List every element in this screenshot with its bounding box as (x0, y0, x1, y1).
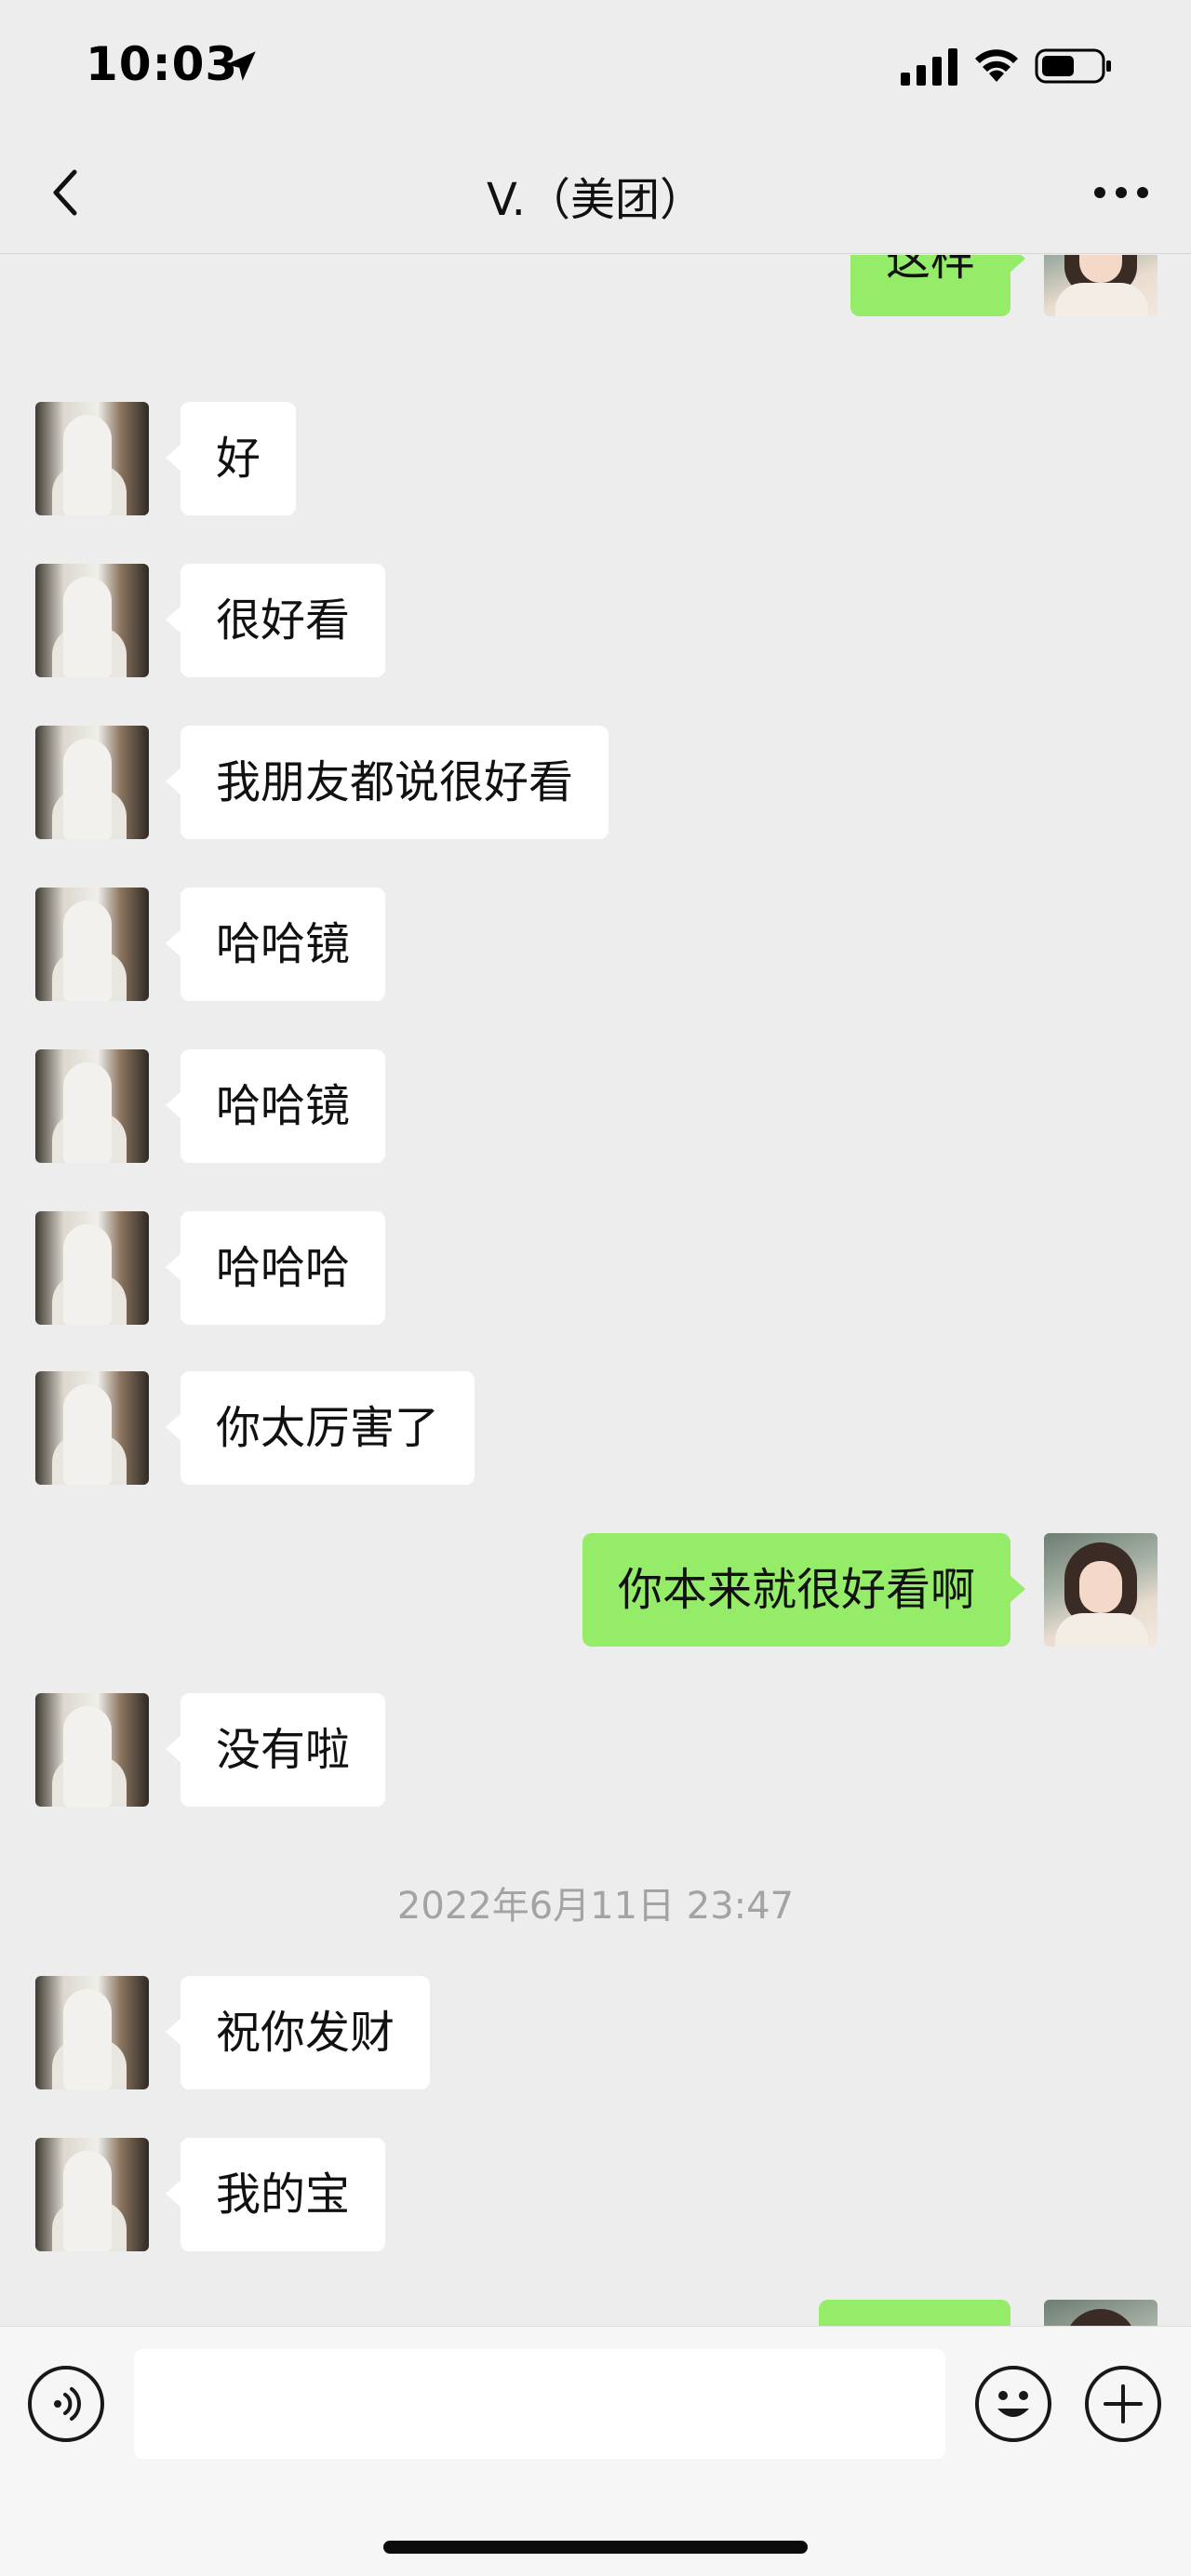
emoji-icon (997, 2391, 1029, 2417)
plus-button[interactable] (1085, 2366, 1161, 2442)
chat-screen: 10:03 V.（美团） 这样 好 很好看 我朋友都说很好看 哈哈镜 哈哈镜 哈… (0, 0, 1191, 2576)
message-row-incoming: 哈哈镜 (0, 888, 1191, 1003)
message-row-incoming: 祝你发财 (0, 1976, 1191, 2091)
battery-icon (1035, 48, 1111, 84)
message-row-outgoing: 这样 (0, 255, 1191, 367)
contact-avatar[interactable] (35, 1211, 149, 1325)
status-bar: 10:03 (0, 0, 1191, 135)
home-indicator (383, 2541, 808, 2554)
message-bubble-incoming[interactable]: 我的宝 (165, 2138, 386, 2251)
message-row-incoming: 好 (0, 402, 1191, 517)
contact-avatar[interactable] (35, 1693, 149, 1807)
message-bubble-incoming[interactable]: 没有啦 (165, 1693, 386, 1807)
status-time: 10:03 (86, 37, 239, 91)
message-row-outgoing (0, 2300, 1191, 2326)
message-row-incoming: 你太厉害了 (0, 1371, 1191, 1487)
plus-icon (1104, 2384, 1143, 2423)
my-avatar[interactable] (1044, 255, 1158, 316)
contact-avatar[interactable] (35, 564, 149, 677)
message-row-incoming: 我的宝 (0, 2138, 1191, 2253)
message-row-incoming: 没有啦 (0, 1693, 1191, 1809)
nav-bar: V.（美团） (0, 135, 1191, 254)
voice-button[interactable] (28, 2366, 104, 2442)
message-bubble-outgoing[interactable] (819, 2300, 1010, 2326)
message-bubble-incoming[interactable]: 哈哈镜 (165, 1049, 386, 1163)
message-bubble-outgoing[interactable]: 这样 (850, 255, 1026, 316)
cellular-signal-icon (901, 48, 957, 86)
message-row-incoming: 我朋友都说很好看 (0, 726, 1191, 841)
location-arrow-icon (226, 51, 256, 81)
message-row-incoming: 哈哈镜 (0, 1049, 1191, 1165)
more-button[interactable] (1079, 155, 1163, 230)
contact-avatar[interactable] (35, 1371, 149, 1485)
message-bubble-incoming[interactable]: 我朋友都说很好看 (165, 726, 609, 839)
more-dots-icon (1094, 187, 1148, 198)
message-list[interactable]: 这样 好 很好看 我朋友都说很好看 哈哈镜 哈哈镜 哈哈哈 你太厉害了 你本来就… (0, 255, 1191, 2326)
voice-icon (54, 2387, 81, 2421)
chat-title: V.（美团） (487, 174, 704, 226)
message-row-incoming: 很好看 (0, 564, 1191, 679)
message-bubble-outgoing[interactable]: 你本来就很好看啊 (582, 1533, 1026, 1647)
contact-avatar[interactable] (35, 1049, 149, 1163)
message-row-outgoing: 你本来就很好看啊 (0, 1533, 1191, 1648)
my-avatar[interactable] (1044, 2300, 1158, 2326)
input-bar (0, 2326, 1191, 2576)
message-row-incoming: 哈哈哈 (0, 1211, 1191, 1327)
message-bubble-incoming[interactable]: 好 (165, 402, 297, 515)
contact-avatar[interactable] (35, 888, 149, 1001)
emoji-button[interactable] (975, 2366, 1051, 2442)
message-bubble-incoming[interactable]: 很好看 (165, 564, 386, 677)
message-bubble-incoming[interactable]: 哈哈哈 (165, 1211, 386, 1325)
contact-avatar[interactable] (35, 2138, 149, 2251)
message-timestamp: 2022年6月11日 23:47 (396, 1885, 795, 1928)
message-input[interactable] (134, 2349, 945, 2459)
message-bubble-incoming[interactable]: 你太厉害了 (165, 1371, 475, 1485)
contact-avatar[interactable] (35, 402, 149, 515)
my-avatar[interactable] (1044, 1533, 1158, 1647)
message-bubble-incoming[interactable]: 祝你发财 (165, 1976, 431, 2089)
message-bubble-incoming[interactable]: 哈哈镜 (165, 888, 386, 1001)
contact-avatar[interactable] (35, 726, 149, 839)
wifi-icon (975, 49, 1018, 82)
contact-avatar[interactable] (35, 1976, 149, 2089)
